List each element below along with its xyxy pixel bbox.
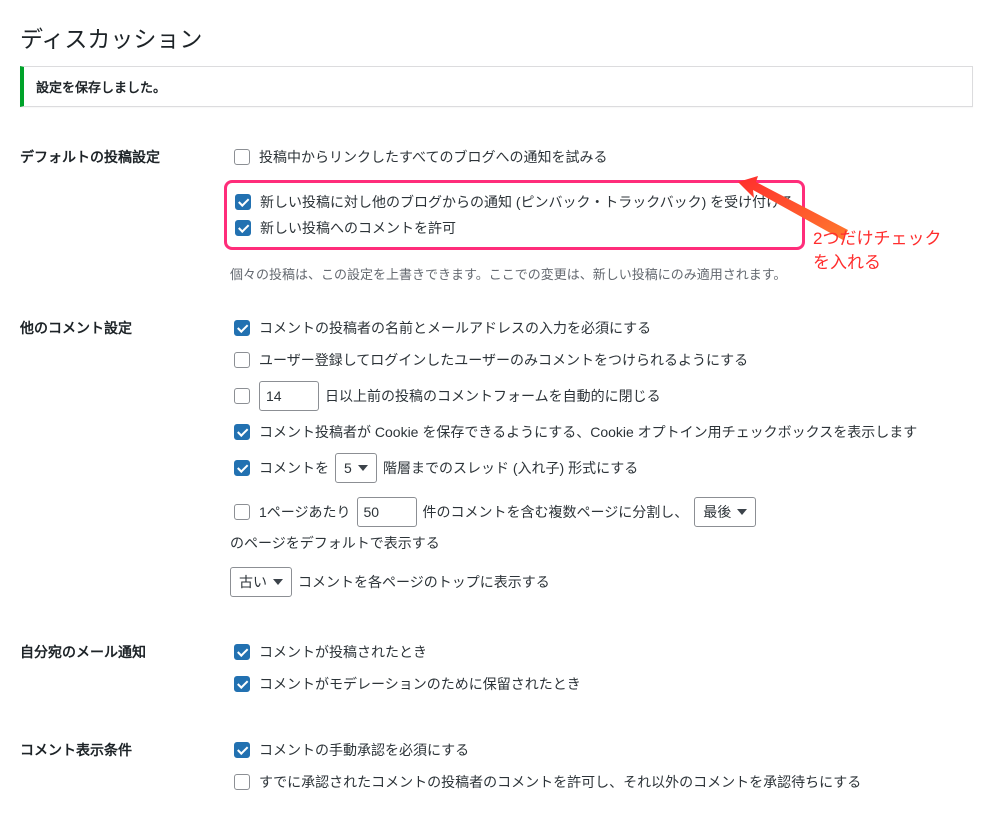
- checkbox-thread[interactable]: [234, 460, 250, 476]
- select-comment-order[interactable]: 古い: [230, 567, 292, 597]
- checkbox-cookie-optin[interactable]: [234, 424, 250, 440]
- label-pingback-send[interactable]: 投稿中からリンクしたすべてのブログへの通知を試みる: [259, 147, 607, 168]
- page-title: ディスカッション: [20, 20, 973, 54]
- checkbox-close-old[interactable]: [234, 388, 250, 404]
- checkbox-email-moderation[interactable]: [234, 676, 250, 692]
- checkbox-require-login[interactable]: [234, 352, 250, 368]
- checkbox-pingback-send[interactable]: [234, 149, 250, 165]
- section-heading-email: 自分宛のメール通知: [20, 622, 220, 720]
- select-default-page[interactable]: 最後: [694, 497, 756, 527]
- checkbox-require-name[interactable]: [234, 320, 250, 336]
- label-pingback-receive[interactable]: 新しい投稿に対し他のブログからの通知 (ピンバック・トラックバック) を受け付け…: [260, 192, 794, 213]
- label-thread-prefix: コメントを: [259, 458, 329, 478]
- input-close-days[interactable]: [259, 381, 319, 411]
- checkbox-manual-approve[interactable]: [234, 742, 250, 758]
- label-known-author[interactable]: すでに承認されたコメントの投稿者のコメントを許可し、それ以外のコメントを承認待ち…: [259, 772, 861, 793]
- label-allow-comments[interactable]: 新しい投稿へのコメントを許可: [260, 218, 456, 239]
- label-page-suffix: のページをデフォルトで表示する: [230, 533, 440, 553]
- checkbox-known-author[interactable]: [234, 774, 250, 790]
- select-thread-depth[interactable]: 5: [335, 453, 377, 483]
- label-page-mid: 件のコメントを含む複数ページに分割し、: [423, 502, 689, 522]
- section-heading-default: デフォルトの投稿設定: [20, 127, 220, 298]
- label-close-days-suffix: 日以上前の投稿のコメントフォームを自動的に閉じる: [325, 386, 661, 406]
- checkbox-email-comment[interactable]: [234, 644, 250, 660]
- label-thread-suffix: 階層までのスレッド (入れ子) 形式にする: [383, 458, 638, 478]
- default-post-desc: 個々の投稿は、この設定を上書きできます。ここでの変更は、新しい投稿にのみ適用され…: [230, 264, 963, 283]
- label-email-comment[interactable]: コメントが投稿されたとき: [259, 642, 427, 663]
- checkbox-paginate[interactable]: [234, 504, 250, 520]
- label-cookie-optin[interactable]: コメント投稿者が Cookie を保存できるようにする、Cookie オプトイン…: [259, 422, 917, 443]
- label-order-suffix: コメントを各ページのトップに表示する: [298, 572, 550, 592]
- label-require-name[interactable]: コメントの投稿者の名前とメールアドレスの入力を必須にする: [259, 318, 651, 339]
- annotation-highlight-box: 新しい投稿に対し他のブログからの通知 (ピンバック・トラックバック) を受け付け…: [224, 180, 805, 250]
- section-heading-approval: コメント表示条件: [20, 720, 220, 818]
- saved-notice: 設定を保存しました。: [20, 66, 973, 107]
- input-per-page[interactable]: [357, 497, 417, 527]
- checkbox-pingback-receive[interactable]: [235, 194, 251, 210]
- label-page-prefix: 1ページあたり: [259, 502, 351, 522]
- label-email-moderation[interactable]: コメントがモデレーションのために保留されたとき: [259, 674, 581, 695]
- checkbox-allow-comments[interactable]: [235, 220, 251, 236]
- settings-table: デフォルトの投稿設定 投稿中からリンクしたすべてのブログへの通知を試みる 新しい…: [20, 127, 973, 818]
- label-manual-approve[interactable]: コメントの手動承認を必須にする: [259, 740, 469, 761]
- section-heading-other: 他のコメント設定: [20, 298, 220, 622]
- label-require-login[interactable]: ユーザー登録してログインしたユーザーのみコメントをつけられるようにする: [259, 350, 748, 371]
